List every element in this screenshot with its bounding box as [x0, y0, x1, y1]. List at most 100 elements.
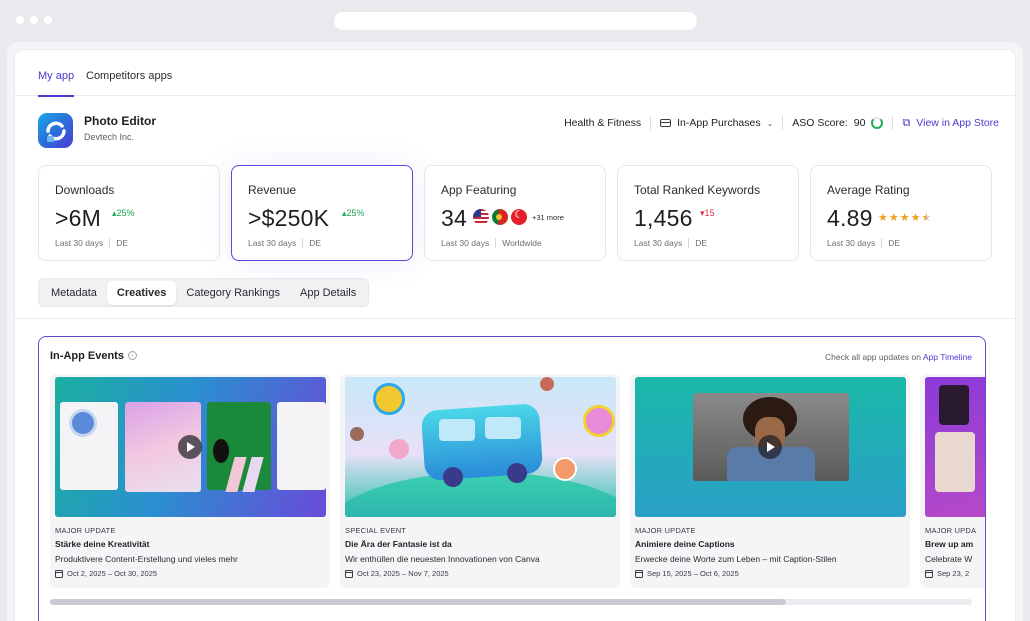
- calendar-icon: [55, 569, 63, 578]
- stat-value: >6M: [55, 205, 101, 231]
- stat-title: Revenue: [248, 183, 297, 197]
- stat-delta: ▾15: [700, 208, 715, 218]
- event-name: Animiere deine Captions: [635, 539, 735, 549]
- calendar-icon: [635, 569, 643, 578]
- stat-value: 1,456: [634, 205, 693, 231]
- event-dates: Sep 15, 2025 – Oct 6, 2025: [635, 569, 739, 578]
- stat-card-downloads[interactable]: Downloads >6M ▴25% Last 30 days DE: [38, 165, 220, 261]
- info-icon[interactable]: i: [128, 351, 137, 360]
- calendar-icon: [345, 569, 353, 578]
- divider: [650, 116, 652, 130]
- half-star-icon: ★: [921, 212, 932, 224]
- stat-card-ranked-keywords[interactable]: Total Ranked Keywords 1,456 ▾15 Last 30 …: [617, 165, 799, 261]
- event-description: Erwecke deine Worte zum Leben – mit Capt…: [635, 554, 837, 564]
- browser-viewport: My app Competitors apps Photo Editor Dev…: [7, 42, 1023, 621]
- event-description: Wir enthüllen die neuesten Innovationen …: [345, 554, 540, 564]
- tab-app-details[interactable]: App Details: [290, 281, 366, 305]
- tab-my-app[interactable]: My app: [38, 70, 75, 97]
- timeline-note: Check all app updates on App Timeline: [825, 352, 972, 362]
- monetization-dropdown[interactable]: In-App Purchases ⌄: [660, 117, 773, 129]
- score-ring-icon: [871, 117, 884, 129]
- event-type: MAJOR UPDA: [925, 526, 977, 535]
- star-icon: ★: [899, 212, 910, 224]
- featured-countries: +31 more: [473, 209, 564, 225]
- event-thumbnail: [55, 377, 326, 517]
- stat-footer: Last 30 days DE: [248, 238, 322, 248]
- play-icon[interactable]: [758, 435, 782, 459]
- tab-metadata[interactable]: Metadata: [41, 281, 107, 305]
- event-name: Die Ära der Fantasie ist da: [345, 539, 452, 549]
- tab-creatives[interactable]: Creatives: [106, 280, 177, 305]
- star-icon: ★: [888, 212, 899, 224]
- stat-footer: Last 30 days Worldwide: [441, 238, 542, 248]
- stat-delta: ▴25%: [112, 208, 135, 218]
- portugal-flag-icon: [492, 209, 508, 225]
- aso-score-value: 90: [853, 117, 866, 129]
- app-timeline-link[interactable]: App Timeline: [923, 352, 972, 362]
- stat-footer: Last 30 days DE: [827, 238, 901, 248]
- monetization-label: In-App Purchases: [677, 117, 761, 129]
- event-dates: Sep 23, 2: [925, 569, 969, 578]
- app-name: Photo Editor: [84, 114, 156, 128]
- stat-card-revenue[interactable]: Revenue >$250K ▴25% Last 30 days DE: [231, 165, 413, 261]
- view-store-label: View in App Store: [916, 117, 999, 129]
- event-dates: Oct 2, 2025 – Oct 30, 2025: [55, 569, 157, 578]
- stat-card-average-rating[interactable]: Average Rating 4.89 ★ ★ ★ ★ ★ Last 30 da…: [810, 165, 992, 261]
- stat-title: Average Rating: [827, 183, 910, 197]
- divider: [892, 116, 894, 130]
- app-tabs: My app Competitors apps: [15, 50, 1015, 97]
- event-name: Brew up am: [925, 539, 974, 549]
- event-description: Celebrate W: [925, 554, 973, 564]
- app-developer: Devtech Inc.: [84, 132, 135, 142]
- calendar-icon: [925, 569, 933, 578]
- horizontal-scrollbar[interactable]: [50, 599, 972, 605]
- stat-footer: Last 30 days DE: [55, 238, 129, 248]
- close-dot[interactable]: [16, 16, 24, 24]
- aso-score: ASO Score: 90: [792, 117, 884, 129]
- star-icon: ★: [878, 212, 888, 224]
- app-meta-row: Health & Fitness In-App Purchases ⌄ ASO …: [564, 115, 999, 131]
- tab-category-rankings[interactable]: Category Rankings: [176, 281, 290, 305]
- event-type: MAJOR UPDATE: [635, 526, 696, 535]
- event-card[interactable]: MAJOR UPDATE Animiere deine Captions Erw…: [630, 374, 910, 588]
- event-card[interactable]: SPECIAL EVENT Die Ära der Fantasie ist d…: [340, 374, 620, 588]
- view-in-app-store-link[interactable]: ⧉ View in App Store: [902, 117, 999, 130]
- event-card[interactable]: MAJOR UPDA Brew up am Celebrate W Sep 23…: [920, 374, 985, 588]
- minimize-dot[interactable]: [30, 16, 38, 24]
- stat-title: Total Ranked Keywords: [634, 183, 761, 197]
- maximize-dot[interactable]: [44, 16, 52, 24]
- event-type: MAJOR UPDATE: [55, 526, 116, 535]
- event-description: Produktivere Content-Erstellung und viel…: [55, 554, 238, 564]
- turkey-flag-icon: [511, 209, 527, 225]
- event-dates: Oct 23, 2025 – Nov 7, 2025: [345, 569, 449, 578]
- browser-chrome: [0, 0, 1030, 42]
- event-name: Stärke deine Kreativität: [55, 539, 150, 549]
- stat-value: 4.89: [827, 205, 873, 231]
- category-label: Health & Fitness: [564, 117, 642, 129]
- stat-footer: Last 30 days DE: [634, 238, 708, 248]
- aso-score-label: ASO Score:: [792, 117, 848, 129]
- more-countries[interactable]: +31 more: [532, 213, 564, 222]
- play-icon[interactable]: [178, 435, 202, 459]
- star-icon: ★: [910, 212, 921, 224]
- stat-card-app-featuring[interactable]: App Featuring 34 +31 more Last 30 daysWo…: [424, 165, 606, 261]
- stat-value: >$250K: [248, 205, 330, 231]
- event-card[interactable]: MAJOR UPDATE Stärke deine Kreativität Pr…: [50, 374, 330, 588]
- section-tabs: Metadata Creatives Category Rankings App…: [38, 278, 370, 307]
- scrollbar-thumb[interactable]: [50, 599, 786, 605]
- chevron-down-icon: ⌄: [766, 118, 774, 128]
- divider: [782, 116, 784, 130]
- stat-value: 34: [441, 205, 467, 231]
- stat-title: Downloads: [55, 183, 115, 197]
- credit-card-icon: [660, 119, 672, 127]
- event-type: SPECIAL EVENT: [345, 526, 407, 535]
- in-app-events-panel: In-App Events i Check all app updates on…: [38, 336, 986, 621]
- tab-competitors-apps[interactable]: Competitors apps: [86, 70, 172, 95]
- event-thumbnail: [635, 377, 906, 517]
- stat-title: App Featuring: [441, 183, 517, 197]
- event-thumbnail: [345, 377, 616, 517]
- us-flag-icon: [473, 209, 489, 225]
- rating-stars: ★ ★ ★ ★ ★: [878, 211, 931, 224]
- panel-title: In-App Events: [50, 350, 124, 362]
- address-bar[interactable]: [334, 12, 697, 30]
